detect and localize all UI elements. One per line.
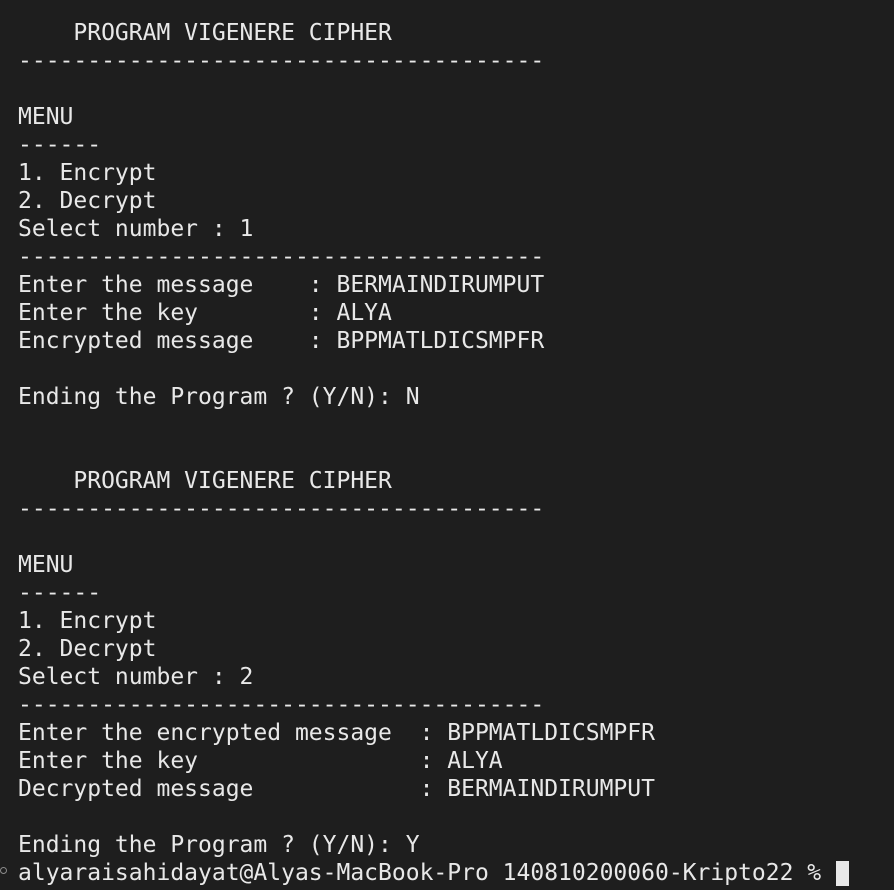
output-line: PROGRAM VIGENERE CIPHER: [18, 468, 392, 494]
output-line: --------------------------------------: [18, 496, 545, 522]
output-line: MENU: [18, 104, 74, 130]
output-line: 1. Encrypt: [18, 160, 157, 186]
output-line: Enter the key : ALYA: [18, 748, 503, 774]
text-cursor: [835, 860, 849, 886]
output-line: --------------------------------------: [18, 244, 545, 270]
command-mark-icon: [0, 867, 7, 874]
output-line: Select number : 2: [18, 664, 254, 690]
shell-prompt-line[interactable]: alyaraisahidayat@Alyas-MacBook-Pro 14081…: [18, 859, 849, 887]
output-line: Ending the Program ? (Y/N): Y: [18, 832, 420, 858]
output-line: Ending the Program ? (Y/N): N: [18, 384, 420, 410]
output-line: 2. Decrypt: [18, 188, 157, 214]
output-line: Encrypted message : BPPMATLDICSMPFR: [18, 328, 545, 354]
output-line: Select number : 1: [18, 216, 254, 242]
terminal-output: PROGRAM VIGENERE CIPHER ----------------…: [18, 19, 655, 859]
output-line: 2. Decrypt: [18, 636, 157, 662]
output-line: ------: [18, 132, 102, 158]
output-line: --------------------------------------: [18, 48, 545, 74]
output-line: 1. Encrypt: [18, 608, 157, 634]
output-line: Enter the encrypted message : BPPMATLDIC…: [18, 720, 655, 746]
output-line: Decrypted message : BERMAINDIRUMPUT: [18, 776, 655, 802]
shell-prompt: alyaraisahidayat@Alyas-MacBook-Pro 14081…: [18, 860, 835, 886]
output-line: MENU: [18, 552, 74, 578]
output-line: ------: [18, 580, 102, 606]
terminal-window[interactable]: PROGRAM VIGENERE CIPHER ----------------…: [0, 0, 894, 890]
output-line: Enter the key : ALYA: [18, 300, 392, 326]
output-line: --------------------------------------: [18, 692, 545, 718]
output-line: Enter the message : BERMAINDIRUMPUT: [18, 272, 545, 298]
output-line: PROGRAM VIGENERE CIPHER: [18, 20, 392, 46]
